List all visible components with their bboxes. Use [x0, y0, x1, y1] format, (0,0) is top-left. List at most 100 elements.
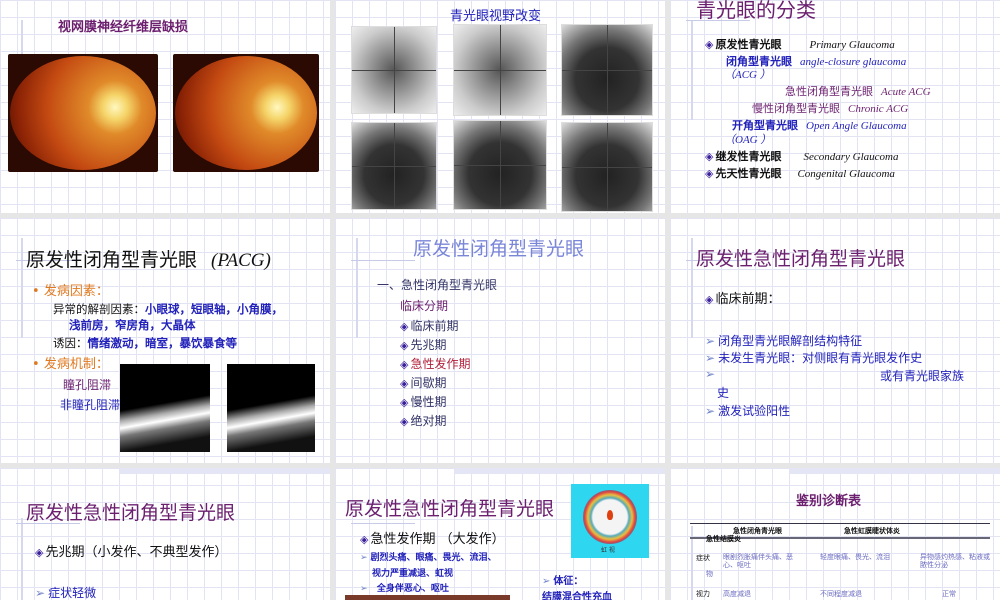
- halo-vision-diagram: 虹 视: [571, 484, 649, 558]
- table-cell: 轻度眼痛、畏光、流泪: [820, 553, 890, 561]
- table-cell: 正常: [942, 590, 956, 598]
- label: 异常的解剖因素：: [53, 302, 145, 316]
- heading: 发病机制：: [43, 357, 109, 372]
- slide-thumbnail-5[interactable]: 原发性闭角型青光眼 一、急性闭角型青光眼 临床分期 ◈ 临床前期 ◈ 先兆期 ◈ 急性发作…: [335, 218, 665, 463]
- decor-bar: [120, 468, 330, 474]
- heading: 发病因素：: [43, 284, 109, 299]
- item-cn: 急性闭角型青光眼: [785, 85, 873, 98]
- decor-line: [21, 238, 23, 338]
- slide-thumbnail-9[interactable]: 鉴别诊断表 急性闭角青光眼 急性虹膜睫状体炎 急性结膜炎 症状 物 眼剧烈胀痛伴…: [670, 468, 1000, 600]
- list-item: 或有青光眼家族: [880, 369, 965, 383]
- stage-label: 间歇期: [410, 376, 447, 390]
- item-cn: 慢性闭角型青光眼: [752, 102, 840, 115]
- diamond-bullet-icon: ◈: [400, 396, 409, 409]
- slide-title: 原发性闭角型青光眼: [26, 249, 198, 271]
- decor-bar: [790, 468, 1000, 474]
- diamond-bullet-icon: ◈: [400, 415, 409, 428]
- table-cell: 高度减退: [723, 590, 751, 598]
- slide-thumbnail-2[interactable]: 青光眼视野改变: [335, 0, 665, 213]
- list-item: 闭角型青光眼解剖结构特征: [718, 334, 863, 348]
- item-cn: 继发性青光眼: [715, 150, 782, 163]
- sign-label: 体征：: [553, 576, 584, 587]
- visual-field-chart: [351, 26, 437, 114]
- visual-field-chart: [453, 120, 547, 210]
- item-en: Congenital Glaucoma: [797, 168, 895, 180]
- visual-field-chart: [561, 24, 653, 116]
- slide-title: 原发性急性闭角型青光眼: [696, 248, 906, 270]
- row-label: 物: [706, 570, 713, 578]
- text: 瞳孔阻滞: [63, 378, 112, 392]
- list-item: 激发试验阳性: [718, 404, 791, 418]
- heading: 临床前期：: [715, 292, 781, 307]
- table-cell: 异物感灼热感、粘液或脓性分泌: [920, 553, 990, 569]
- visual-field-chart: [351, 122, 437, 210]
- diagram-caption: 虹 视: [601, 547, 615, 554]
- decor-line: [356, 238, 358, 338]
- stage-label: 绝对期: [410, 414, 447, 428]
- list-item: 剧烈头痛、眼痛、畏光、流泪、: [370, 553, 497, 563]
- stage-item: ◈ 慢性期: [400, 393, 446, 410]
- fundus-photo: [173, 54, 319, 172]
- decor-line: [691, 20, 693, 120]
- slide-title: 原发性急性闭角型青光眼: [345, 498, 555, 520]
- list-item: 症状轻微: [48, 586, 97, 600]
- decor-line: [351, 523, 415, 524]
- item-en: angle-closure glaucoma: [800, 56, 907, 68]
- stage-label: 先兆期: [410, 338, 447, 352]
- text: 情绪激动，暗室，暴饮暴食等: [87, 336, 238, 350]
- item-en: Chronic ACG: [848, 103, 909, 115]
- list-item: 视力严重减退、虹视: [372, 569, 454, 579]
- visual-field-chart: [561, 122, 653, 212]
- label: 诱因：: [53, 336, 88, 350]
- decor-line: [351, 260, 415, 261]
- slide-title: 原发性急性闭角型青光眼: [26, 502, 236, 524]
- text: 非瞳孔阻滞: [60, 398, 121, 412]
- item-en: Open Angle Glaucoma: [806, 120, 907, 132]
- slide-thumbnail-8[interactable]: 原发性急性闭角型青光眼 ◈ 急性发作期 （大发作） ➢ 剧烈头痛、眼痛、畏光、流泪、…: [335, 468, 665, 600]
- item-cn: 先天性青光眼: [715, 167, 782, 180]
- ubm-image: [227, 364, 315, 452]
- slide-title: 原发性闭角型青光眼: [413, 238, 585, 260]
- visual-field-chart: [453, 24, 547, 116]
- slide-thumbnail-6[interactable]: 原发性急性闭角型青光眼 ◈ 临床前期： ➢ 闭角型青光眼解剖结构特征 ➢ 未发生青光眼…: [670, 218, 1000, 463]
- slide-thumbnail-1[interactable]: 视网膜神经纤维层缺损: [0, 0, 330, 213]
- row-label: 症状: [696, 554, 710, 562]
- list-item: 未发生青光眼：对侧眼有青光眼发作史: [718, 351, 923, 365]
- slide-title: 鉴别诊断表: [796, 494, 862, 509]
- diamond-bullet-icon: ◈: [400, 377, 409, 390]
- diamond-bullet-icon: ◈: [400, 358, 409, 371]
- column-header: 急性结膜炎: [706, 535, 741, 543]
- stage-item: ◈ 绝对期: [400, 412, 446, 429]
- sign-text: 结膜混合性充血: [542, 592, 612, 600]
- heading: 急性发作期 （大发作）: [370, 532, 505, 547]
- item-en: Acute ACG: [881, 86, 931, 98]
- column-header: 急性虹膜睫状体炎: [844, 527, 900, 535]
- list-item: 史: [717, 386, 730, 400]
- decor-line: [691, 238, 693, 338]
- subtitle: 一、急性闭角型青光眼: [377, 278, 498, 292]
- item-en: Primary Glaucoma: [809, 39, 895, 51]
- stage-item: ◈ 急性发作期: [400, 355, 470, 372]
- slide-title: 青光眼的分类: [696, 0, 816, 22]
- diamond-bullet-icon: ◈: [400, 339, 409, 352]
- slide-title: 视网膜神经纤维层缺损: [58, 20, 189, 35]
- table-cell: 眼剧烈胀痛伴头痛、恶心、呕吐: [723, 553, 793, 569]
- text: 小眼球，短眼轴，小角膜，: [145, 302, 283, 316]
- stage-label: 慢性期: [410, 395, 447, 409]
- list-item: 全身伴恶心、呕吐: [376, 584, 449, 594]
- heading: 先兆期（小发作、不典型发作）: [45, 545, 228, 560]
- item-cn: 原发性青光眼: [715, 38, 782, 51]
- slide-thumbnail-4[interactable]: 原发性闭角型青光眼 (PACG) • 发病因素： 异常的解剖因素：小眼球，短眼轴，…: [0, 218, 330, 463]
- stage-item: ◈ 间歇期: [400, 374, 446, 391]
- stage-item: ◈ 临床前期: [400, 317, 458, 334]
- text: 浅前房，窄房角，大晶体: [69, 318, 196, 332]
- slide-thumbnail-7[interactable]: 原发性急性闭角型青光眼 ◈ 先兆期（小发作、不典型发作） ➢ 症状轻微: [0, 468, 330, 600]
- table-cell: 不同程度减退: [820, 590, 862, 598]
- slide-title: 青光眼视野改变: [450, 9, 542, 24]
- slide-thumbnail-3[interactable]: 青光眼的分类 ◈ 原发性青光眼 Primary Glaucoma 闭角型青光眼 ang…: [670, 0, 1000, 213]
- fundus-photo: [8, 54, 158, 172]
- decor-bar: [455, 468, 665, 474]
- diamond-bullet-icon: ◈: [400, 320, 409, 333]
- stage-label: 临床前期: [410, 319, 459, 333]
- stage-label: 急性发作期: [410, 357, 471, 371]
